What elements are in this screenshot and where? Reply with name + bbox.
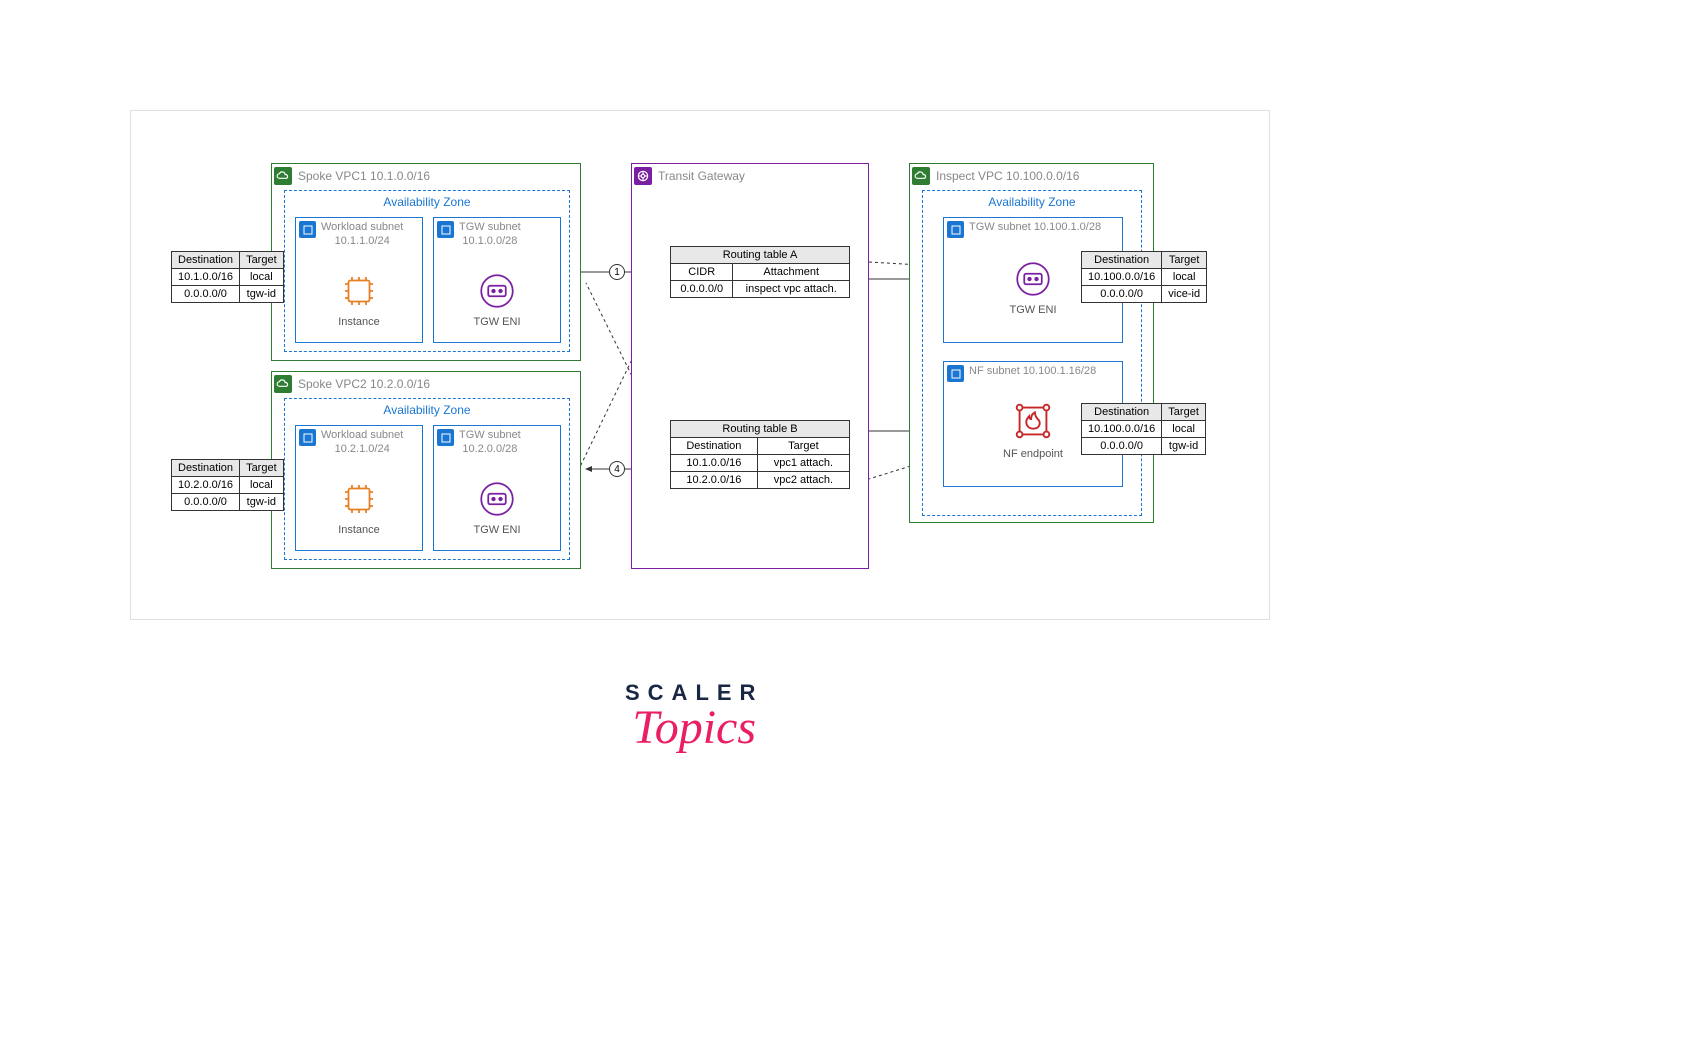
- diagram-canvas: 1 2 3 4 Spoke VPC1 10.1.0.0/16 Availabil…: [130, 110, 1270, 620]
- spoke-vpc2-header: Spoke VPC2 10.2.0.0/16: [272, 372, 580, 396]
- spoke2-tgw-subnet: TGW subnet10.2.0.0/28 TGW ENI: [433, 425, 561, 551]
- transit-gateway-icon: [634, 167, 652, 185]
- tgw-eni-icon: TGW ENI: [434, 270, 560, 328]
- spoke2-route-table: DestinationTarget 10.2.0.0/16local 0.0.0…: [171, 459, 284, 511]
- subnet-icon: [437, 221, 454, 238]
- subnet-icon: [947, 221, 964, 238]
- tgw-eni-icon: TGW ENI: [434, 478, 560, 536]
- tg-header: Transit Gateway: [632, 164, 868, 188]
- subnet-icon: [437, 429, 454, 446]
- spoke1-az: Availability Zone Workload subnet10.1.1.…: [284, 190, 570, 352]
- spoke1-workload-subnet: Workload subnet10.1.1.0/24 Instance: [295, 217, 423, 343]
- spoke-vpc1: Spoke VPC1 10.1.0.0/16 Availability Zone…: [271, 163, 581, 361]
- logo-topics: Topics: [625, 700, 763, 755]
- subnet-icon: [299, 221, 316, 238]
- step-4: 4: [609, 461, 625, 477]
- inspect-az: Availability Zone TGW subnet 10.100.1.0/…: [922, 190, 1142, 516]
- subnet-icon: [299, 429, 316, 446]
- spoke2-workload-subnet: Workload subnet10.2.1.0/24 Instance: [295, 425, 423, 551]
- az-label: Availability Zone: [923, 195, 1141, 209]
- inspect-vpc: Inspect VPC 10.100.0.0/16 Availability Z…: [909, 163, 1154, 523]
- spoke1-route-table: DestinationTarget 10.1.0.0/16local 0.0.0…: [171, 251, 284, 303]
- inspect-vpc-title: Inspect VPC 10.100.0.0/16: [936, 169, 1079, 183]
- transit-gateway: Transit Gateway Routing table A CIDRAtta…: [631, 163, 869, 569]
- scaler-topics-logo: SCALER Topics: [625, 680, 763, 755]
- az-label: Availability Zone: [285, 403, 569, 417]
- spoke1-tgw-subnet: TGW subnet10.1.0.0/28 TGW ENI: [433, 217, 561, 343]
- ec2-instance: Instance: [296, 478, 422, 536]
- spoke2-az: Availability Zone Workload subnet10.2.1.…: [284, 398, 570, 560]
- spoke-vpc2-title: Spoke VPC2 10.2.0.0/16: [298, 377, 430, 391]
- tg-routing-table-b: Routing table B DestinationTarget 10.1.0…: [670, 420, 850, 489]
- cloud-icon: [274, 167, 292, 185]
- subnet-icon: [947, 365, 964, 382]
- spoke-vpc1-title: Spoke VPC1 10.1.0.0/16: [298, 169, 430, 183]
- cloud-icon: [274, 375, 292, 393]
- spoke-vpc1-header: Spoke VPC1 10.1.0.0/16: [272, 164, 580, 188]
- spoke-vpc2: Spoke VPC2 10.2.0.0/16 Availability Zone…: [271, 371, 581, 569]
- step-1: 1: [609, 264, 625, 280]
- ec2-instance: Instance: [296, 270, 422, 328]
- tg-routing-table-a: Routing table A CIDRAttachment 0.0.0.0/0…: [670, 246, 850, 298]
- az-label: Availability Zone: [285, 195, 569, 209]
- tg-title: Transit Gateway: [658, 169, 745, 183]
- inspect-nf-route-table: DestinationTarget 10.100.0.0/16local 0.0…: [1081, 403, 1206, 455]
- inspect-vpc-header: Inspect VPC 10.100.0.0/16: [910, 164, 1153, 188]
- inspect-tgw-route-table: DestinationTarget 10.100.0.0/16local 0.0…: [1081, 251, 1207, 303]
- cloud-icon: [912, 167, 930, 185]
